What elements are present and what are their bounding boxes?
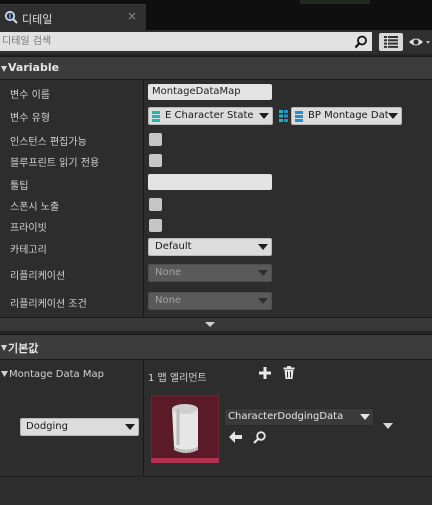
column-divider: [143, 360, 144, 476]
tab-bar: 디테일 ×: [0, 0, 432, 30]
search-icon[interactable]: [354, 35, 368, 49]
map-label: Montage Data Map: [9, 369, 104, 380]
map-key-value: Dodging: [26, 421, 68, 432]
collapse-arrow-icon: [1, 66, 7, 72]
details-icon: [4, 10, 18, 24]
expose-on-spawn-label: 스폰시 노출: [10, 202, 60, 213]
blueprint-readonly-checkbox[interactable]: [149, 154, 162, 167]
trash-icon[interactable]: [283, 366, 295, 379]
close-icon[interactable]: ×: [127, 9, 137, 23]
map-value-text: CharacterDodgingData: [228, 411, 344, 422]
replication-label: 리플리케이션: [10, 271, 66, 282]
arrow-left-icon[interactable]: [229, 431, 242, 443]
replication-condition-label: 리플리케이션 조건: [10, 299, 87, 310]
collapse-arrow-icon: [1, 345, 7, 351]
advanced-expand-bar[interactable]: [0, 317, 432, 331]
map-key-combo[interactable]: Dodging: [20, 418, 139, 436]
eye-icon[interactable]: [408, 33, 432, 51]
element-count: 1 맵 엘리먼트: [148, 373, 207, 384]
chevron-down-icon: [360, 414, 370, 420]
key-type-combo[interactable]: E Character State: [148, 107, 273, 125]
tooltip-label: 툴팁: [10, 181, 29, 192]
expand-arrow-icon: [205, 322, 215, 327]
variable-type-label: 변수 유형: [10, 113, 50, 124]
enum-type-icon: [152, 111, 160, 122]
replication-condition-value: None: [155, 295, 182, 306]
tab-details[interactable]: 디테일 ×: [0, 4, 146, 30]
chevron-down-icon: [258, 244, 268, 250]
chevron-down-icon: [258, 270, 268, 276]
instance-editable-checkbox[interactable]: [149, 133, 162, 146]
chevron-down-icon: [388, 113, 398, 119]
struct-type-icon: [295, 111, 303, 122]
viewport-strip: [300, 0, 370, 4]
default-value-section-header[interactable]: 기본값: [0, 334, 432, 360]
section-title: Variable: [8, 61, 60, 74]
variable-name-field[interactable]: MontageDataMap: [148, 84, 272, 100]
search-row: [0, 30, 432, 54]
tooltip-field[interactable]: [148, 174, 272, 190]
grid-view-icon: [384, 36, 398, 48]
private-label: 프라이빗: [10, 223, 47, 234]
value-type-combo[interactable]: BP Montage Data A: [291, 107, 402, 125]
asset-thumbnail[interactable]: [151, 395, 219, 463]
entry-options-icon[interactable]: [383, 423, 393, 429]
view-options-button[interactable]: [379, 33, 403, 51]
magnifier-icon[interactable]: [253, 431, 266, 444]
data-asset-icon: [172, 404, 198, 453]
category-label: 카테고리: [10, 245, 47, 256]
variable-section-header[interactable]: Variable: [0, 56, 432, 80]
private-checkbox[interactable]: [149, 219, 162, 232]
replication-condition-combo[interactable]: None: [148, 292, 272, 310]
search-input[interactable]: [0, 32, 372, 51]
section-title: 기본값: [8, 342, 39, 355]
replication-combo[interactable]: None: [148, 264, 272, 282]
entries-separator: [0, 476, 432, 477]
map-type-icon[interactable]: [279, 110, 288, 122]
expand-arrow-icon[interactable]: [1, 370, 9, 378]
value-type-text: BP Montage Data A: [308, 110, 388, 121]
column-divider: [143, 80, 144, 318]
chevron-down-icon: [258, 298, 268, 304]
map-value-combo[interactable]: CharacterDodgingData: [224, 408, 374, 426]
category-value: Default: [155, 241, 192, 252]
variable-name-label: 변수 이름: [10, 90, 50, 101]
tab-title: 디테일: [22, 13, 53, 26]
variable-panel: 변수 이름 MontageDataMap 변수 유형 E Character S…: [0, 80, 432, 318]
chevron-down-icon: [125, 424, 135, 430]
chevron-down-icon: [259, 113, 269, 119]
key-type-text: E Character State: [165, 110, 253, 121]
replication-value: None: [155, 267, 182, 278]
asset-type-bar: [151, 458, 219, 463]
plus-icon[interactable]: [259, 367, 271, 379]
category-combo[interactable]: Default: [148, 238, 272, 256]
expose-on-spawn-checkbox[interactable]: [149, 198, 162, 211]
blueprint-readonly-label: 블루프린트 읽기 전용: [10, 158, 100, 169]
instance-editable-label: 인스턴스 편집가능: [10, 137, 87, 148]
